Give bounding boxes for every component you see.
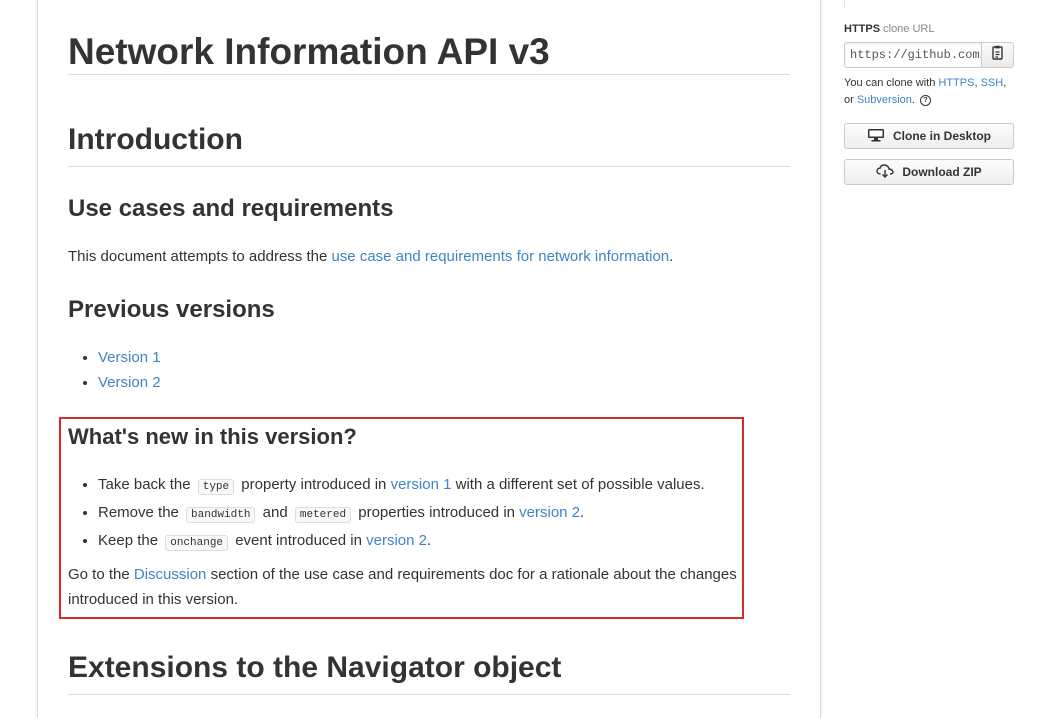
heading-extensions-navigator: Extensions to the Navigator object (68, 646, 790, 695)
clone-help-prefix: You can clone with (844, 77, 939, 89)
heading-use-cases: Use cases and requirements (68, 195, 394, 222)
monitor-icon (867, 128, 893, 145)
clipboard-icon (991, 45, 1005, 65)
code-onchange: onchange (165, 535, 229, 551)
list-item: Remove the bandwidth and metered propert… (98, 500, 705, 528)
discussion-link[interactable]: Discussion (134, 566, 207, 583)
list-item: Keep the onchange event introduced in ve… (98, 528, 705, 556)
item-text: Take back the (98, 476, 195, 493)
list-item: Take back the type property introduced i… (98, 472, 705, 500)
code-bandwidth: bandwidth (186, 507, 256, 523)
version-2-inline-link[interactable]: version 2 (366, 532, 427, 549)
item-text: with a different set of possible values. (451, 476, 705, 493)
cloud-download-icon (876, 163, 902, 181)
use-cases-paragraph: This document attempts to address the us… (68, 244, 768, 269)
clone-label-text: clone URL (880, 23, 935, 35)
heading-introduction: Introduction (68, 118, 790, 167)
whats-new-list: Take back the type property introduced i… (68, 472, 705, 556)
page-title: Network Information API v3 (68, 30, 790, 75)
clone-protocol: HTTPS (844, 23, 881, 35)
discussion-text: Go to the (68, 566, 134, 583)
discussion-paragraph: Go to the Discussion section of the use … (68, 562, 748, 612)
clone-url-input[interactable]: https://github.com/w3c/netinfo.git (844, 42, 982, 68)
question-circle-icon[interactable]: ? (920, 94, 932, 106)
use-cases-period: . (669, 248, 674, 265)
item-text: Keep the (98, 532, 163, 549)
clone-desktop-label: Clone in Desktop (892, 129, 991, 143)
list-item: Version 1 (98, 345, 161, 370)
list-item: Version 2 (98, 370, 161, 395)
use-cases-link[interactable]: use case and requirements for network in… (331, 248, 669, 265)
code-type: type (197, 479, 235, 495)
clone-subversion-link[interactable]: Subversion (857, 94, 912, 106)
item-text: Remove the (98, 504, 184, 521)
item-text: . (580, 504, 585, 521)
version-2-link[interactable]: Version 2 (98, 374, 161, 391)
code-metered: metered (294, 507, 352, 523)
version-1-inline-link[interactable]: version 1 (391, 476, 452, 493)
clone-ssh-link[interactable]: SSH (981, 77, 1004, 89)
clone-help-dot: . (911, 94, 915, 106)
use-cases-text: This document attempts to address the (68, 248, 332, 265)
sidebar-divider (844, 0, 845, 8)
copy-url-button[interactable] (981, 42, 1014, 68)
item-text: . (427, 532, 432, 549)
previous-versions-list: Version 1 Version 2 (68, 345, 161, 395)
item-text: event introduced in (231, 532, 367, 549)
version-2-inline-link[interactable]: version 2 (519, 504, 580, 521)
heading-whats-new: What's new in this version? (68, 424, 357, 449)
heading-previous-versions: Previous versions (68, 296, 275, 323)
clone-in-desktop-button[interactable]: Clone in Desktop (844, 123, 1014, 149)
item-text: and (258, 504, 292, 521)
item-text: property introduced in (237, 476, 391, 493)
version-1-link[interactable]: Version 1 (98, 349, 161, 366)
clone-url-label: HTTPS clone URL (844, 23, 934, 35)
download-zip-label: Download ZIP (902, 165, 982, 179)
clone-https-link[interactable]: HTTPS (938, 77, 974, 89)
item-text: properties introduced in (354, 504, 520, 521)
clone-help-text: You can clone with HTTPS, SSH, or Subver… (844, 75, 1014, 109)
download-zip-button[interactable]: Download ZIP (844, 159, 1014, 185)
